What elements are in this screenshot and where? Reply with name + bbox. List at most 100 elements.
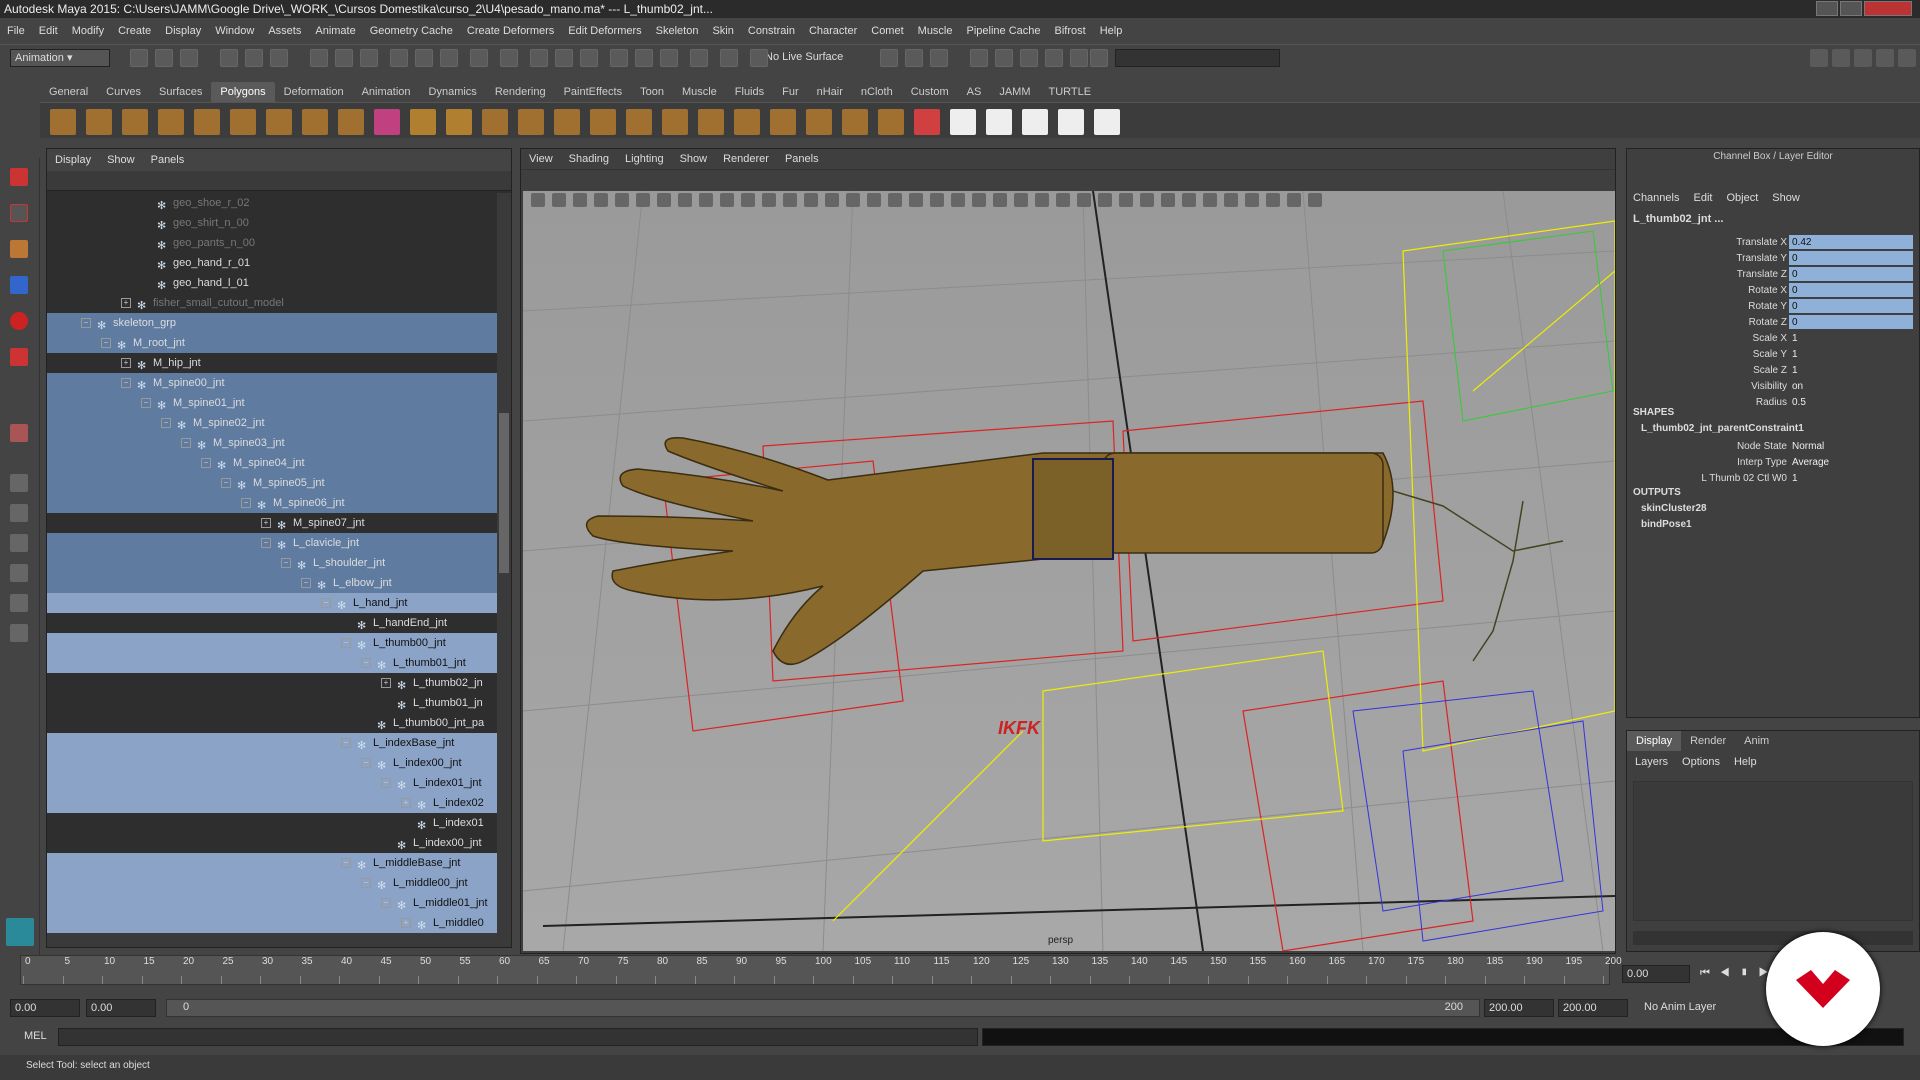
output-node[interactable]: skinCluster28	[1641, 503, 1707, 514]
outliner-row[interactable]: − ✻ L_middleBase_jnt	[47, 853, 497, 873]
status-tool-icon[interactable]	[415, 49, 433, 67]
outliner-row[interactable]: − ✻ L_indexBase_jnt	[47, 733, 497, 753]
menu-bifrost[interactable]: Bifrost	[1048, 20, 1093, 42]
shelf-tool-icon[interactable]	[302, 109, 328, 135]
quick-select-field[interactable]	[1115, 49, 1280, 67]
shelf-tool-icon[interactable]	[1022, 109, 1048, 135]
menu-pipeline-cache[interactable]: Pipeline Cache	[960, 20, 1048, 42]
status-tool-icon[interactable]	[180, 49, 198, 67]
outliner-row[interactable]: − ✻ L_index00_jnt	[47, 753, 497, 773]
shelf-tool-icon[interactable]	[374, 109, 400, 135]
channel-row[interactable]: Scale X1	[1627, 331, 1917, 347]
menu-assets[interactable]: Assets	[261, 20, 308, 42]
shelf-tool-icon[interactable]	[986, 109, 1012, 135]
channel-menu-edit[interactable]: Edit	[1693, 192, 1712, 204]
panel-toggle-icon[interactable]	[1854, 49, 1872, 67]
status-tool-icon[interactable]	[220, 49, 238, 67]
shelf-tool-icon[interactable]	[158, 109, 184, 135]
status-tool-icon[interactable]	[1070, 49, 1088, 67]
channel-row[interactable]: Scale Y1	[1627, 347, 1917, 363]
layout-four-icon[interactable]	[10, 504, 28, 522]
viewport-toolbar-icon[interactable]	[615, 193, 629, 207]
layout-graph-icon[interactable]	[10, 594, 28, 612]
expand-toggle-icon[interactable]: −	[261, 538, 271, 548]
expand-toggle-icon[interactable]: +	[401, 918, 411, 928]
expand-toggle-icon[interactable]: +	[121, 358, 131, 368]
panel-toggle-icon[interactable]	[1810, 49, 1828, 67]
outliner-row[interactable]: − ✻ L_index01_jnt	[47, 773, 497, 793]
expand-toggle-icon[interactable]: −	[101, 338, 111, 348]
outliner-row[interactable]: − ✻ M_spine04_jnt	[47, 453, 497, 473]
shelf-tab-animation[interactable]: Animation	[353, 82, 420, 102]
shelf-tab-curves[interactable]: Curves	[97, 82, 150, 102]
shelf-tool-icon[interactable]	[626, 109, 652, 135]
status-tool-icon[interactable]	[690, 49, 708, 67]
menu-edit[interactable]: Edit	[32, 20, 65, 42]
outliner-row[interactable]: − ✻ L_clavicle_jnt	[47, 533, 497, 553]
channel-row[interactable]: Rotate Y0	[1627, 299, 1917, 315]
menu-character[interactable]: Character	[802, 20, 864, 42]
shelf-tool-icon[interactable]	[806, 109, 832, 135]
outliner-row[interactable]: ✻ geo_shirt_n_00	[47, 213, 497, 233]
outliner-row[interactable]: − ✻ L_hand_jnt	[47, 593, 497, 613]
expand-toggle-icon[interactable]: −	[241, 498, 251, 508]
status-tool-icon[interactable]	[440, 49, 458, 67]
layer-tab-anim[interactable]: Anim	[1735, 731, 1778, 751]
menu-edit-deformers[interactable]: Edit Deformers	[561, 20, 648, 42]
channel-value[interactable]: Normal	[1789, 439, 1913, 453]
layout-hypershade-icon[interactable]	[10, 624, 28, 642]
move-tool-icon[interactable]	[10, 276, 28, 294]
expand-toggle-icon[interactable]: −	[381, 898, 391, 908]
playback-start-field[interactable]: 0.00	[86, 999, 156, 1017]
channel-row[interactable]: Visibility on	[1627, 379, 1917, 395]
viewport-menu-show[interactable]: Show	[680, 153, 708, 165]
scale-tool-icon[interactable]	[10, 348, 28, 366]
viewport-toolbar-icon[interactable]	[636, 193, 650, 207]
outliner-row[interactable]: ✻ geo_hand_l_01	[47, 273, 497, 293]
mel-input[interactable]	[58, 1028, 978, 1046]
outliner-hscrollbar[interactable]	[47, 933, 511, 947]
outliner-row[interactable]: − ✻ L_thumb01_jnt	[47, 653, 497, 673]
menu-create[interactable]: Create	[111, 20, 158, 42]
viewport-toolbar-icon[interactable]	[1203, 193, 1217, 207]
menu-display[interactable]: Display	[158, 20, 208, 42]
outliner-row[interactable]: + ✻ L_index02	[47, 793, 497, 813]
viewport-menu-shading[interactable]: Shading	[569, 153, 609, 165]
shelf-tool-icon[interactable]	[590, 109, 616, 135]
viewport-menu-panels[interactable]: Panels	[785, 153, 819, 165]
status-tool-icon[interactable]	[155, 49, 173, 67]
outliner-row[interactable]: − ✻ M_spine06_jnt	[47, 493, 497, 513]
viewport-toolbar-icon[interactable]	[678, 193, 692, 207]
viewport-toolbar-icon[interactable]	[846, 193, 860, 207]
status-tool-icon[interactable]	[130, 49, 148, 67]
viewport-toolbar-icon[interactable]	[867, 193, 881, 207]
expand-toggle-icon[interactable]: −	[221, 478, 231, 488]
end-time-field[interactable]: 200.00	[1558, 999, 1628, 1017]
shelf-tab-general[interactable]: General	[40, 82, 97, 102]
paint-select-icon[interactable]	[10, 240, 28, 258]
outliner-row[interactable]: − ✻ skeleton_grp	[47, 313, 497, 333]
viewport-toolbar-icon[interactable]	[1245, 193, 1259, 207]
viewport-toolbar-icon[interactable]	[531, 193, 545, 207]
expand-toggle-icon[interactable]: −	[161, 418, 171, 428]
layer-tab-display[interactable]: Display	[1627, 731, 1682, 751]
viewport-toolbar-icon[interactable]	[972, 193, 986, 207]
shelf-tab-polygons[interactable]: Polygons	[211, 82, 275, 102]
expand-toggle-icon[interactable]: −	[321, 598, 331, 608]
viewport-toolbar-icon[interactable]	[1287, 193, 1301, 207]
shelf-tool-icon[interactable]	[410, 109, 436, 135]
status-tool-icon[interactable]	[995, 49, 1013, 67]
outliner-row[interactable]: − ✻ L_elbow_jnt	[47, 573, 497, 593]
outliner-row[interactable]: ✻ L_index01	[47, 813, 497, 833]
menu-window[interactable]: Window	[208, 20, 261, 42]
outliner-row[interactable]: ✻ geo_shoe_r_02	[47, 193, 497, 213]
outliner-menu-display[interactable]: Display	[55, 154, 91, 166]
shelf-tool-icon[interactable]	[338, 109, 364, 135]
shape-channel-row[interactable]: Interp Type Average	[1627, 455, 1917, 471]
layer-menu-help[interactable]: Help	[1734, 756, 1757, 768]
shelf-tool-icon[interactable]	[230, 109, 256, 135]
expand-toggle-icon[interactable]: −	[181, 438, 191, 448]
shelf-tool-icon[interactable]	[50, 109, 76, 135]
outliner-row[interactable]: − ✻ L_middle01_jnt	[47, 893, 497, 913]
shelf-tool-icon[interactable]	[842, 109, 868, 135]
